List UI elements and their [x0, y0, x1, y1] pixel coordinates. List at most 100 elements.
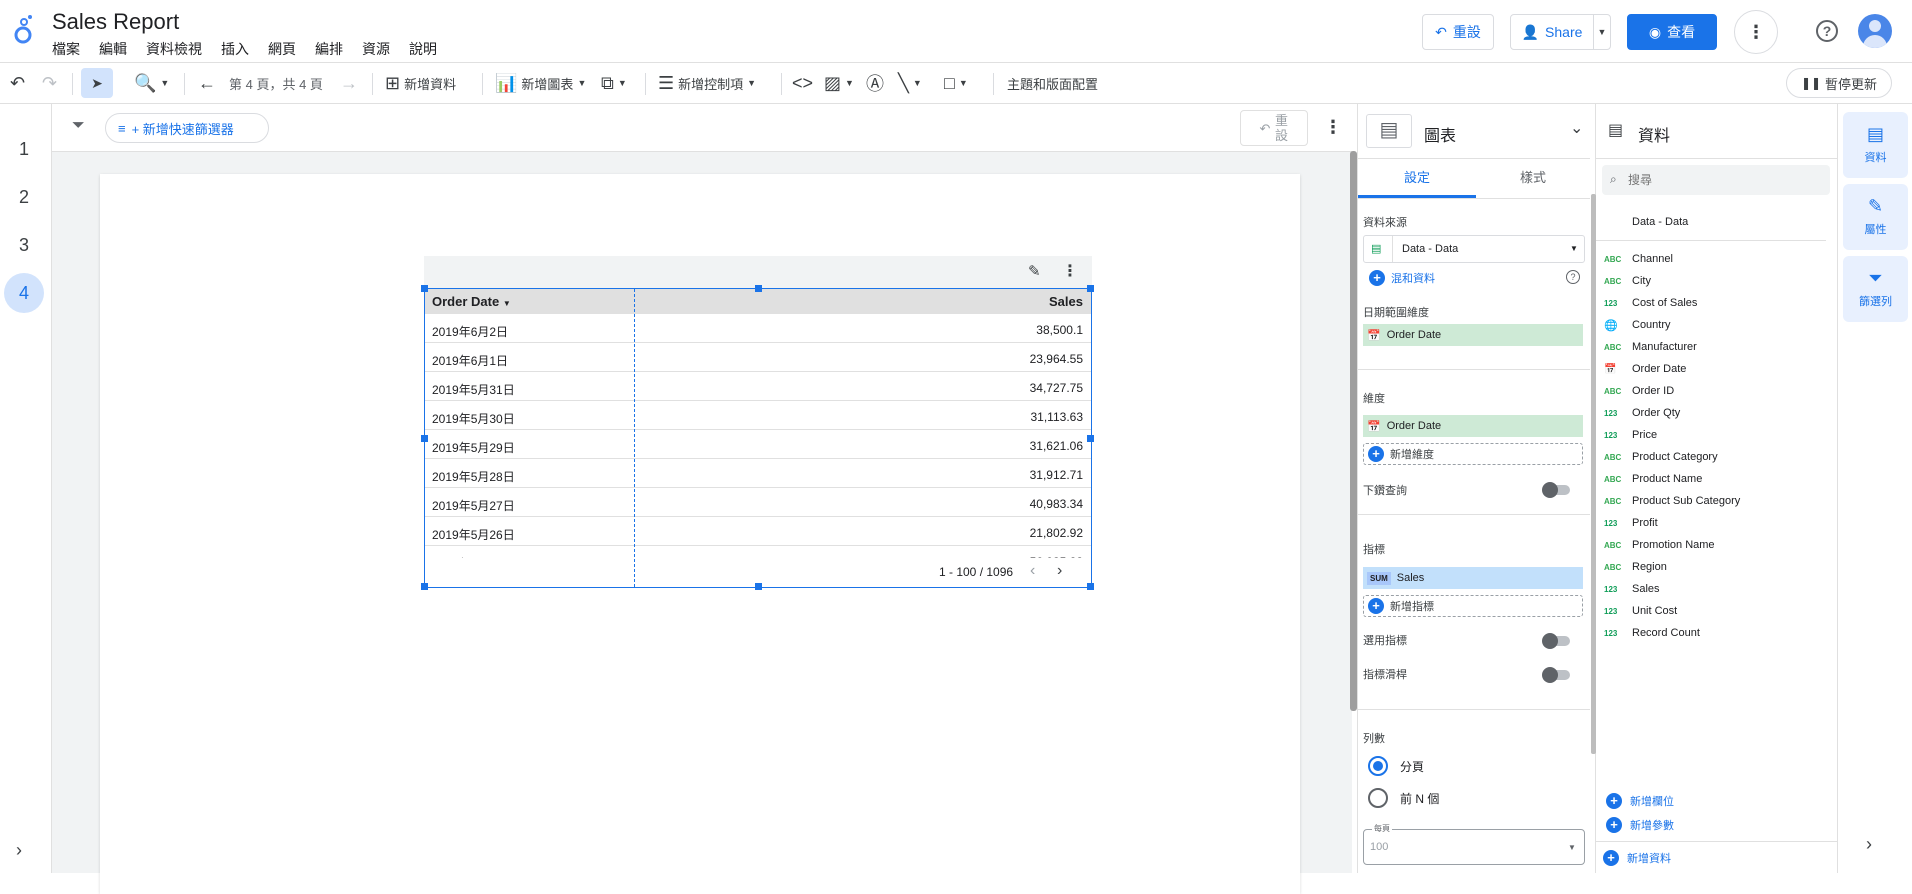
field-item[interactable]: ABC Channel	[1604, 250, 1673, 268]
share-button[interactable]: 👤 Share	[1510, 14, 1594, 50]
blend-data-button[interactable]: + 混和資料	[1369, 270, 1435, 286]
add-control-button[interactable]: ☰ 新增控制項 ▼	[658, 63, 756, 103]
table-row[interactable]: 2019年6月1日 23,964.55	[425, 343, 1091, 372]
column-header-sales[interactable]: Sales	[1049, 294, 1083, 309]
menu-arrange[interactable]: 編排	[315, 39, 352, 59]
field-item[interactable]: 📅 Order Date	[1604, 360, 1686, 378]
field-item[interactable]: ABC Product Name	[1604, 470, 1702, 488]
add-parameter-button[interactable]: + 新增參數	[1606, 817, 1674, 833]
resize-handle[interactable]	[421, 435, 428, 442]
add-data-source-button[interactable]: + 新增資料	[1603, 850, 1671, 866]
field-item[interactable]: ABC Product Sub Category	[1604, 492, 1740, 510]
table-row[interactable]: 2019年5月26日 21,802.92	[425, 517, 1091, 546]
add-dimension-button[interactable]: + 新增維度	[1363, 443, 1583, 465]
resize-handle[interactable]	[755, 285, 762, 292]
prev-page-chevron-icon[interactable]: ‹	[1030, 562, 1035, 580]
field-item[interactable]: 123 Profit	[1604, 514, 1658, 532]
field-search[interactable]: ⌕	[1602, 165, 1830, 195]
menu-data-view[interactable]: 資料檢視	[146, 39, 211, 59]
chevron-down-icon[interactable]: ⌄	[1570, 118, 1583, 138]
text-button[interactable]: Ⓐ	[866, 63, 884, 103]
add-field-button[interactable]: + 新增欄位	[1606, 793, 1674, 809]
field-item[interactable]: ABC Manufacturer	[1604, 338, 1697, 356]
data-source-select[interactable]: ▤ Data - Data ▼	[1363, 235, 1585, 263]
view-button[interactable]: ◉ 查看	[1627, 14, 1717, 50]
menu-file[interactable]: 檔案	[52, 39, 89, 59]
table-row[interactable]: 2019年5月28日 31,912.71	[425, 459, 1091, 488]
report-title[interactable]: Sales Report	[52, 9, 179, 35]
add-metric-button[interactable]: + 新增指標	[1363, 595, 1583, 617]
rail-filter-bar-button[interactable]: ⏷ 篩選列	[1843, 256, 1908, 322]
table-row[interactable]: 2019年5月30日 31,113.63	[425, 401, 1091, 430]
field-item[interactable]: ABC Product Category	[1604, 448, 1718, 466]
add-quick-filter-button[interactable]: ≡ + 新增快速篩選器	[105, 113, 269, 143]
metric-slider-toggle[interactable]	[1542, 667, 1570, 683]
more-vert-icon[interactable]: ⋮	[1062, 261, 1078, 281]
rail-properties-button[interactable]: ✎ 屬性	[1843, 184, 1908, 250]
select-tool-button[interactable]: ➤	[81, 68, 113, 98]
drill-down-toggle[interactable]	[1542, 482, 1570, 498]
shape-button[interactable]: □ ▼	[944, 63, 968, 103]
field-item[interactable]: ABC Promotion Name	[1604, 536, 1715, 554]
canvas-reset-button[interactable]: ↶ 重設	[1240, 110, 1308, 146]
more-vert-icon[interactable]: ⋮	[1324, 117, 1342, 138]
resize-handle[interactable]	[1087, 583, 1094, 590]
theme-layout-button[interactable]: 主題和版面配置	[1007, 63, 1098, 103]
menu-edit[interactable]: 編輯	[99, 39, 136, 59]
page-thumb-3[interactable]: 3	[4, 225, 44, 265]
field-item[interactable]: 🌐 Country	[1604, 316, 1671, 334]
tab-setup[interactable]: 設定	[1358, 160, 1476, 198]
page-thumb-4[interactable]: 4	[4, 273, 44, 313]
field-item[interactable]: 123 Cost of Sales	[1604, 294, 1697, 312]
table-row[interactable]: 2019年6月2日 38,500.1	[425, 314, 1091, 343]
next-page-chevron-icon[interactable]: ›	[1057, 562, 1062, 580]
canvas-scrollbar[interactable]	[1350, 151, 1357, 711]
page-thumb-2[interactable]: 2	[4, 177, 44, 217]
resize-handle[interactable]	[1087, 285, 1094, 292]
field-item[interactable]: 123 Price	[1604, 426, 1657, 444]
radio-top-n[interactable]: 前 N 個	[1368, 788, 1439, 808]
pause-update-button[interactable]: ❚❚ 暫停更新	[1786, 68, 1892, 98]
expand-pages-chevron-icon[interactable]: ›	[16, 840, 22, 861]
image-button[interactable]: ▨ ▼	[824, 63, 854, 103]
column-header-order-date[interactable]: Order Date ▼	[432, 294, 511, 309]
menu-page[interactable]: 網頁	[268, 39, 305, 59]
resize-handle[interactable]	[421, 285, 428, 292]
table-row[interactable]: 2019年5月29日 31,621.06	[425, 430, 1091, 459]
share-dropdown-button[interactable]: ▼	[1593, 14, 1611, 50]
line-button[interactable]: ╲ ▼	[898, 63, 922, 103]
table-row[interactable]: 2019年5月25日 56,035.23	[425, 546, 1091, 558]
field-item[interactable]: ABC Region	[1604, 558, 1667, 576]
table-row[interactable]: 2019年5月31日 34,727.75	[425, 372, 1091, 401]
field-item[interactable]: 123 Record Count	[1604, 624, 1700, 642]
embed-code-button[interactable]: <>	[792, 63, 813, 103]
metric-aggregation[interactable]: SUM	[1367, 571, 1391, 585]
field-item[interactable]: 123 Unit Cost	[1604, 602, 1677, 620]
help-icon[interactable]: ?	[1816, 20, 1838, 42]
column-divider[interactable]	[634, 289, 635, 587]
table-row[interactable]: 2019年5月27日 40,983.34	[425, 488, 1091, 517]
dimension-chip[interactable]: 📅 Order Date	[1363, 415, 1583, 437]
add-chart-button[interactable]: 📊 新增圖表 ▼	[495, 63, 586, 103]
resize-handle[interactable]	[421, 583, 428, 590]
table-chart-icon[interactable]: ▤	[1366, 114, 1412, 148]
tab-style[interactable]: 樣式	[1476, 160, 1590, 198]
add-data-button[interactable]: ⊞ 新增資料	[385, 63, 456, 103]
more-options-button[interactable]: ⋮	[1734, 10, 1778, 54]
filter-icon[interactable]: ⏷	[72, 117, 85, 135]
optional-metrics-toggle[interactable]	[1542, 633, 1570, 649]
menu-help[interactable]: 說明	[409, 39, 446, 59]
collapse-rail-chevron-icon[interactable]: ›	[1866, 834, 1872, 855]
data-source-name[interactable]: Data - Data	[1632, 216, 1688, 228]
undo-button[interactable]: ↶	[10, 63, 25, 103]
resize-handle[interactable]	[755, 583, 762, 590]
field-item[interactable]: 123 Order Qty	[1604, 404, 1680, 422]
pencil-icon[interactable]: ✎	[1028, 262, 1041, 280]
field-item[interactable]: ABC City	[1604, 272, 1651, 290]
prev-page-button[interactable]: ←	[198, 63, 216, 103]
field-item[interactable]: 123 Sales	[1604, 580, 1660, 598]
avatar[interactable]	[1858, 14, 1892, 48]
metric-chip[interactable]: SUM Sales	[1363, 567, 1583, 589]
per-page-select[interactable]: 每頁 100 ▼	[1363, 823, 1585, 865]
zoom-button[interactable]: 🔍 ▼	[134, 63, 169, 103]
